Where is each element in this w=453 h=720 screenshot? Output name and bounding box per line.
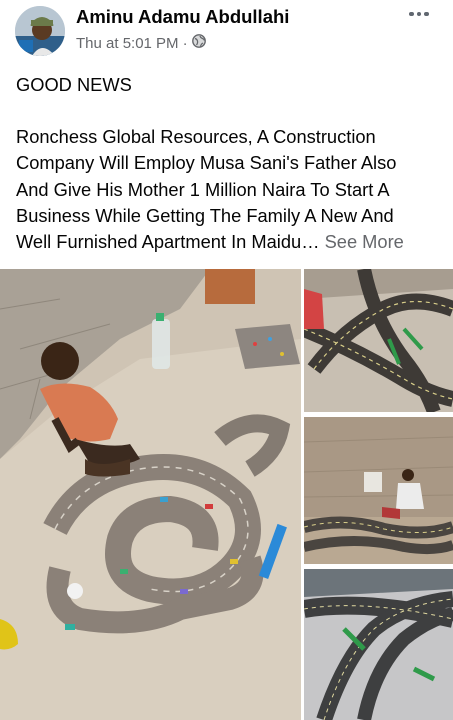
post-text: GOOD NEWS Ronchess Global Resources, A C…	[16, 72, 441, 255]
photo-middle-right[interactable]	[304, 417, 453, 564]
post-header: Aminu Adamu Abdullahi Thu at 5:01 PM ·	[0, 0, 453, 60]
post-body-line: And Give His Mother 1 Million Naira To S…	[16, 178, 390, 200]
post-body-last-line: Well Furnished Apartment In Maidu… See M…	[16, 229, 441, 255]
post-body-line: Business While Getting The Family A New …	[16, 204, 394, 226]
photo-main[interactable]	[0, 269, 301, 720]
photo-bottom-right[interactable]	[304, 569, 453, 720]
see-more-link[interactable]: See More	[325, 231, 404, 252]
more-options-icon[interactable]	[406, 4, 432, 24]
globe-icon	[191, 34, 206, 52]
post-headline: GOOD NEWS	[16, 74, 132, 95]
author-name[interactable]: Aminu Adamu Abdullahi	[76, 6, 289, 28]
post-body-line: Well Furnished Apartment In Maidu…	[16, 231, 320, 253]
post-timestamp[interactable]: Thu at 5:01 PM	[76, 35, 179, 52]
post-body-line: Company Will Employ Musa Sani's Father A…	[16, 152, 397, 174]
post-meta: Thu at 5:01 PM ·	[76, 34, 206, 52]
avatar[interactable]	[15, 6, 65, 56]
meta-separator: ·	[182, 34, 188, 52]
post-body-line: Ronchess Global Resources, A Constructio…	[16, 126, 376, 148]
photo-top-right[interactable]	[304, 269, 453, 412]
